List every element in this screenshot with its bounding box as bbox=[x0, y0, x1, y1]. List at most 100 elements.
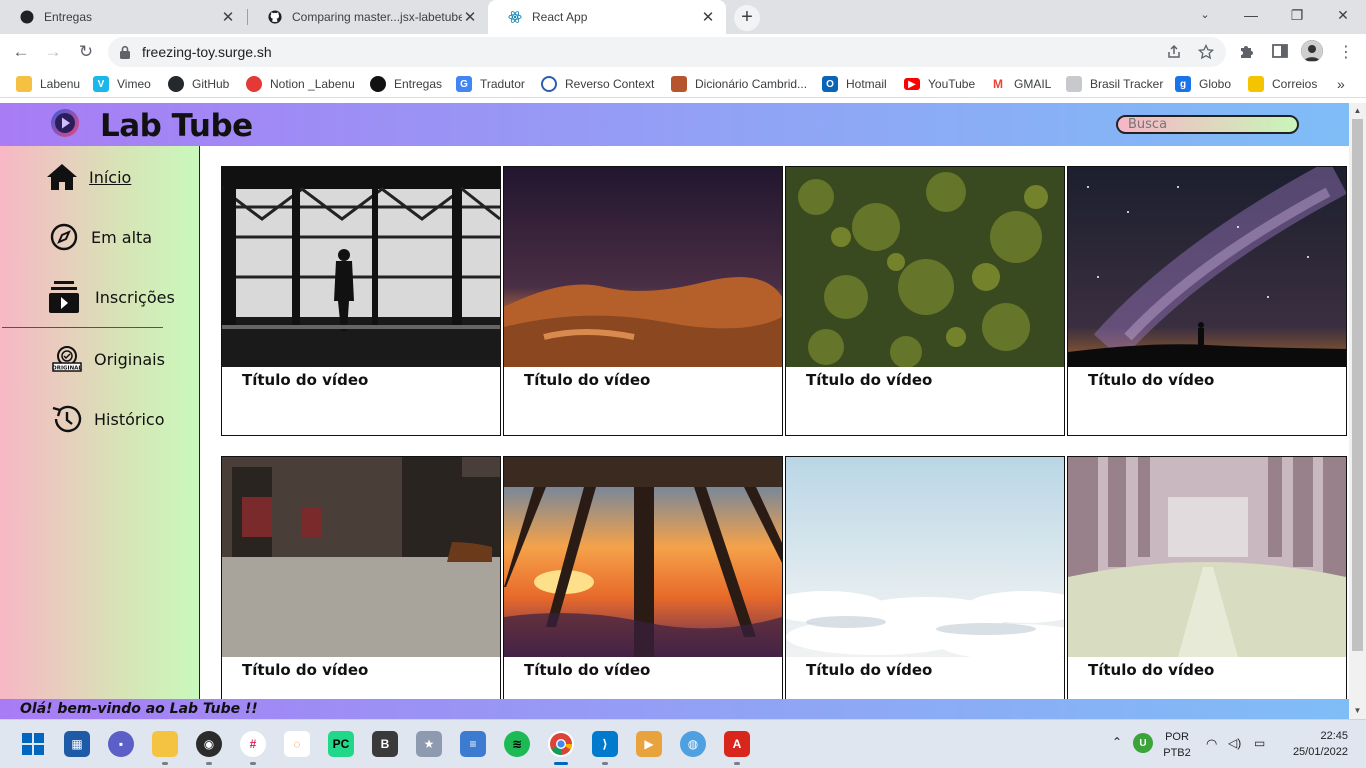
profile-avatar[interactable] bbox=[1301, 40, 1323, 62]
sidebar-item-inscricoes[interactable]: Inscrições bbox=[47, 280, 175, 314]
video-card[interactable]: Título do vídeo bbox=[785, 166, 1065, 436]
video-card[interactable]: Título do vídeo bbox=[1067, 456, 1347, 719]
scroll-down-icon[interactable]: ▼ bbox=[1349, 703, 1366, 719]
video-thumbnail[interactable] bbox=[504, 457, 782, 657]
tray-app-icon[interactable]: U bbox=[1133, 733, 1153, 753]
clock-date[interactable]: 25/01/2022 bbox=[1282, 746, 1348, 758]
tray-overflow-icon[interactable]: ⌃ bbox=[1112, 735, 1122, 749]
forward-icon[interactable]: → bbox=[40, 39, 66, 65]
close-icon[interactable]: ✕ bbox=[220, 8, 236, 26]
wifi-icon[interactable]: ◠ bbox=[1206, 736, 1217, 752]
chrome-icon[interactable] bbox=[548, 731, 574, 765]
media-player-icon[interactable]: ◉ bbox=[196, 731, 222, 765]
tab-comparing[interactable]: Comparing master...jsx-labetube ✕ bbox=[248, 0, 488, 34]
bookmark-reverso[interactable]: Reverso Context bbox=[541, 75, 654, 93]
globe-app-icon[interactable]: ◍ bbox=[680, 731, 706, 757]
video-thumbnail[interactable] bbox=[222, 457, 500, 657]
acrobat-icon[interactable]: A bbox=[724, 731, 750, 765]
video-card[interactable]: Título do vídeo bbox=[503, 456, 783, 719]
bookmark-labenu[interactable]: Labenu bbox=[16, 75, 80, 93]
side-panel-icon[interactable] bbox=[1271, 42, 1291, 62]
share-icon[interactable] bbox=[1166, 44, 1182, 60]
page-scrollbar[interactable]: ▲ ▼ bbox=[1349, 103, 1366, 719]
bookmark-gmail[interactable]: M GMAIL bbox=[990, 75, 1051, 93]
extensions-icon[interactable] bbox=[1238, 42, 1258, 62]
keyboard-layout[interactable]: PTB2 bbox=[1162, 747, 1192, 759]
video-thumbnail[interactable] bbox=[1068, 167, 1346, 367]
lock-icon[interactable] bbox=[119, 45, 131, 64]
video-thumbnail[interactable] bbox=[1068, 457, 1346, 657]
jupyter-icon[interactable]: ◌ bbox=[284, 731, 310, 757]
video-card[interactable]: Título do vídeo bbox=[503, 166, 783, 436]
bookmark-hotmail[interactable]: O Hotmail bbox=[822, 75, 887, 93]
video-card[interactable]: Título do vídeo bbox=[221, 456, 501, 719]
volume-icon[interactable]: ◁) bbox=[1228, 736, 1241, 750]
github-icon bbox=[268, 10, 282, 24]
vscode-icon[interactable]: ⟩ bbox=[592, 731, 618, 765]
scroll-up-icon[interactable]: ▲ bbox=[1349, 103, 1366, 119]
back-icon[interactable]: ← bbox=[8, 39, 34, 65]
scrollbar-thumb[interactable] bbox=[1352, 119, 1363, 651]
video-thumbnail[interactable] bbox=[222, 167, 500, 367]
clock-time[interactable]: 22:45 bbox=[1282, 730, 1348, 742]
app-title: Lab Tube bbox=[100, 108, 253, 144]
bookmark-brasil-tracker[interactable]: Brasil Tracker bbox=[1066, 75, 1163, 93]
windows-start-icon[interactable] bbox=[20, 731, 46, 757]
bookmark-vimeo[interactable]: V Vimeo bbox=[93, 75, 151, 93]
pycharm-icon[interactable]: PC bbox=[328, 731, 354, 757]
close-icon[interactable]: ✕ bbox=[700, 8, 716, 26]
bookmark-tradutor[interactable]: G Tradutor bbox=[456, 75, 525, 93]
sidebar-item-historico[interactable]: Histórico bbox=[50, 402, 164, 436]
tab-search-icon[interactable]: ⌄ bbox=[1182, 0, 1228, 30]
correios-icon bbox=[1248, 76, 1264, 92]
video-thumbnail[interactable] bbox=[786, 457, 1064, 657]
bookmark-star-icon[interactable] bbox=[1197, 43, 1215, 60]
video-card[interactable]: Título do vídeo bbox=[1067, 166, 1347, 436]
reload-icon[interactable]: ↻ bbox=[73, 39, 99, 65]
bookmark-notion[interactable]: Notion _Labenu bbox=[246, 75, 355, 93]
minimize-icon[interactable]: — bbox=[1228, 0, 1274, 30]
bookmark-label: Labenu bbox=[40, 77, 81, 91]
bookmark-youtube[interactable]: ▶ YouTube bbox=[904, 75, 975, 93]
svg-text:ORIGINAL: ORIGINAL bbox=[52, 366, 82, 372]
video-editor-icon[interactable]: ▶ bbox=[636, 731, 662, 757]
bootstrap-studio-icon[interactable]: B bbox=[372, 731, 398, 757]
input-language[interactable]: POR bbox=[1162, 731, 1192, 743]
file-explorer-icon[interactable] bbox=[152, 731, 178, 765]
address-bar[interactable]: freezing-toy.surge.sh bbox=[108, 37, 1226, 67]
bookmark-label: Tradutor bbox=[480, 77, 525, 91]
restore-icon[interactable]: ❐ bbox=[1274, 0, 1320, 30]
close-icon[interactable]: ✕ bbox=[462, 8, 478, 26]
sidebar-item-label: Originais bbox=[94, 349, 165, 369]
menu-icon[interactable]: ⋮ bbox=[1336, 42, 1356, 62]
new-tab-button[interactable]: + bbox=[734, 5, 760, 31]
video-thumbnail[interactable] bbox=[504, 167, 782, 367]
bookmark-cambridge[interactable]: Dicionário Cambrid... bbox=[671, 75, 807, 93]
sidebar-item-em-alta[interactable]: Em alta bbox=[47, 220, 152, 254]
search-input[interactable] bbox=[1116, 115, 1299, 134]
more-bookmarks-icon[interactable]: » bbox=[1337, 75, 1345, 93]
teams-chat-icon[interactable]: ▪ bbox=[108, 731, 134, 757]
tab-react-app[interactable]: React App ✕ bbox=[488, 0, 726, 34]
sidebar-item-inicio[interactable]: Início bbox=[45, 160, 131, 194]
bookmark-correios[interactable]: Correios bbox=[1248, 75, 1317, 93]
spotify-icon[interactable]: ≋ bbox=[504, 731, 530, 757]
tab-entregas[interactable]: Entregas ✕ bbox=[0, 0, 246, 34]
video-card[interactable]: Título do vídeo bbox=[221, 166, 501, 436]
video-card[interactable]: Título do vídeo bbox=[785, 456, 1065, 719]
sidebar-item-label: Histórico bbox=[94, 409, 165, 429]
battery-icon[interactable]: ▭ bbox=[1254, 736, 1265, 750]
bookmark-label: Brasil Tracker bbox=[1090, 77, 1164, 91]
bookmark-globo[interactable]: g Globo bbox=[1175, 75, 1231, 93]
bookmarks-bar: Labenu V Vimeo GitHub Notion _Labenu Entr… bbox=[0, 70, 1366, 98]
window-close-icon[interactable]: ✕ bbox=[1320, 0, 1366, 30]
widgets-icon[interactable]: ▦ bbox=[64, 731, 90, 757]
video-thumbnail[interactable] bbox=[786, 167, 1064, 367]
app-icon[interactable]: ★ bbox=[416, 731, 442, 757]
slack-icon[interactable]: # bbox=[240, 731, 266, 765]
notepad-icon[interactable]: ≡ bbox=[460, 731, 486, 757]
bookmark-github[interactable]: GitHub bbox=[168, 75, 229, 93]
bookmark-entregas[interactable]: Entregas bbox=[370, 75, 442, 93]
sidebar-item-originais[interactable]: ORIGINAL Originais bbox=[50, 342, 165, 376]
taskbar: ▦ ▪ ◉ # ◌ PC B ★ ≡ ≋ ⟩ ▶ ◍ A ⌃ U POR PTB… bbox=[0, 719, 1366, 768]
